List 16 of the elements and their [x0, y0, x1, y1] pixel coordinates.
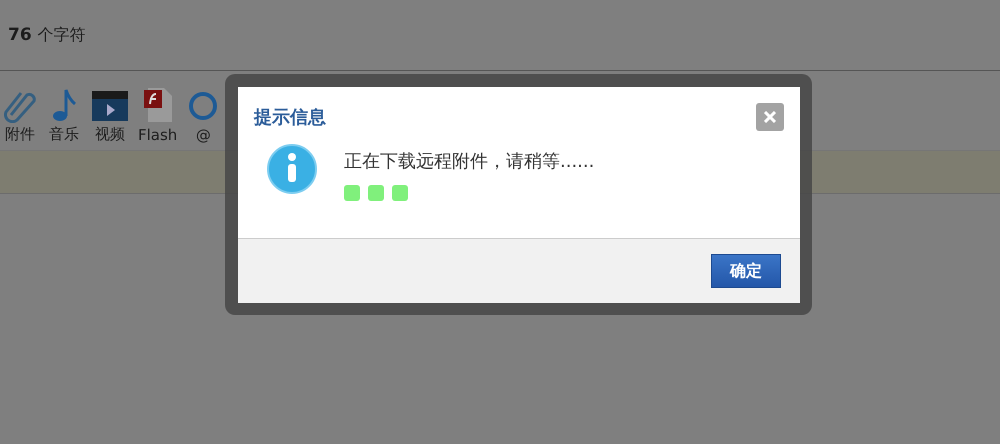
loading-dots-icon — [344, 185, 409, 202]
character-unit: 个字符 — [38, 24, 86, 46]
close-button[interactable] — [756, 103, 784, 131]
toolbar-label[interactable]: @ — [196, 126, 211, 144]
info-icon — [266, 143, 318, 195]
character-count: 76 — [8, 25, 32, 45]
toolbar-label[interactable]: 附件 — [5, 125, 35, 144]
toolbar-label[interactable]: Flash — [138, 126, 178, 144]
dialog-message: 正在下载远程附件，请稍等...... — [344, 150, 594, 173]
flash-document-icon — [142, 86, 174, 124]
close-icon — [764, 111, 776, 123]
toolbar-label[interactable]: 视频 — [95, 125, 125, 144]
confirm-button[interactable]: 确定 — [711, 254, 781, 288]
toolbar-label[interactable]: 音乐 — [49, 125, 79, 144]
music-note-icon — [51, 87, 77, 123]
dialog-title: 提示信息 — [254, 106, 326, 129]
